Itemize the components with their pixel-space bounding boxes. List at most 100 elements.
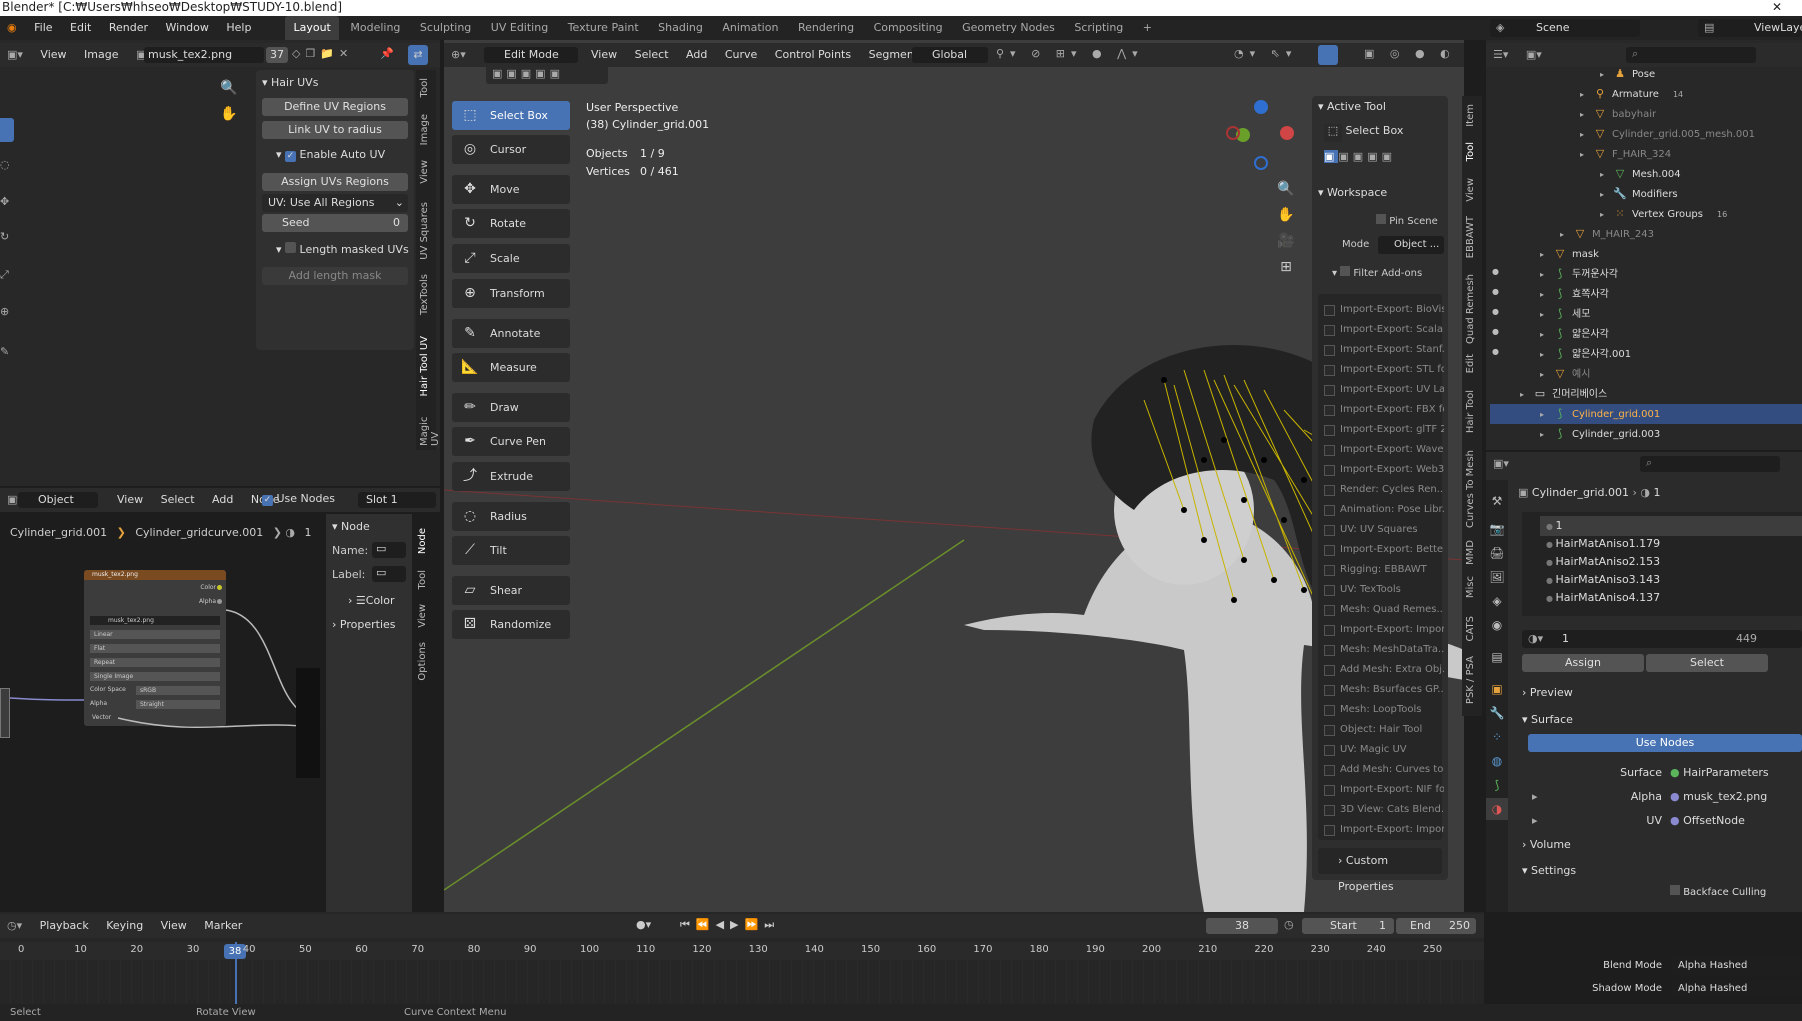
tab-misc[interactable]: Misc bbox=[1465, 572, 1476, 602]
length-masked-checkbox[interactable]: ▾ Length masked UVs bbox=[276, 242, 409, 256]
ortho-grid-icon[interactable]: ⊞ bbox=[1276, 254, 1296, 280]
render-icon[interactable]: 📷 bbox=[1486, 518, 1508, 540]
tab-hair-tool[interactable]: Hair Tool bbox=[1465, 386, 1476, 437]
outliner-row[interactable]: ▸ ⟆ 세모 bbox=[1490, 304, 1802, 324]
expand-triangle-icon[interactable]: ▸ bbox=[1540, 305, 1552, 325]
expand-triangle-icon[interactable]: ▸ bbox=[1580, 105, 1592, 125]
node-properties-toggle[interactable]: › Properties bbox=[332, 618, 396, 631]
menu-help[interactable]: Help bbox=[219, 16, 258, 40]
add-workspace-button[interactable]: + bbox=[1135, 16, 1160, 40]
addon-item[interactable]: Mesh: LoopTools bbox=[1318, 700, 1444, 720]
annotate-tool-icon[interactable]: ✎ bbox=[0, 345, 9, 358]
addon-item[interactable]: Mesh: MeshDataTra... bbox=[1318, 640, 1444, 660]
menu-edit[interactable]: Edit bbox=[63, 16, 98, 40]
offset-node-edge[interactable] bbox=[0, 688, 10, 738]
expand-triangle-icon[interactable]: ▸ bbox=[1540, 405, 1552, 425]
addon-item[interactable]: Import-Export: Stanf... bbox=[1318, 340, 1444, 360]
breadcrumb-material[interactable]: 1 bbox=[305, 526, 312, 539]
node-label-field[interactable]: ▭ bbox=[372, 566, 406, 582]
scale-tool-icon[interactable]: ⤢ bbox=[0, 268, 9, 282]
tab-view[interactable]: View bbox=[419, 156, 430, 188]
viewport-editor-type-icon[interactable]: ⊕▾ bbox=[444, 43, 473, 67]
pan-hand-icon[interactable]: ✋ bbox=[1276, 202, 1296, 228]
particles-icon[interactable]: ⁘ bbox=[1486, 726, 1508, 748]
outliner-row[interactable]: ▸ ▽ babyhair bbox=[1490, 104, 1802, 124]
keying-menu[interactable]: Keying bbox=[99, 914, 150, 938]
addon-item[interactable]: Import-Export: UV La... bbox=[1318, 380, 1444, 400]
define-uv-regions-button[interactable]: Define UV Regions bbox=[262, 98, 408, 116]
end-frame-field[interactable]: End 250 bbox=[1396, 918, 1476, 934]
outliner-row[interactable]: ▸ ♟ Pose bbox=[1490, 64, 1802, 84]
outliner-row[interactable]: ▸ ⚲ Armature 14 bbox=[1490, 84, 1802, 104]
tool-annotate[interactable]: ✎ Annotate bbox=[452, 319, 570, 348]
node-name-field[interactable]: ▭ bbox=[372, 542, 406, 558]
expand-triangle-icon[interactable]: ▸ bbox=[1540, 365, 1552, 385]
outliner-row[interactable]: ▸ 🔧 Modifiers bbox=[1490, 184, 1802, 204]
image-view-menu[interactable]: View bbox=[33, 43, 73, 67]
tool-transform[interactable]: ⊕ Transform bbox=[452, 279, 570, 308]
uv-sync-icon[interactable]: ⇄ bbox=[408, 45, 428, 65]
tool-settings-icon[interactable]: ⚒ bbox=[1486, 490, 1508, 512]
window-close-icon[interactable]: ✕ bbox=[1772, 0, 1782, 14]
active-tool-header[interactable]: ▾ Active Tool bbox=[1318, 100, 1386, 113]
tab-tool[interactable]: Tool bbox=[419, 74, 430, 101]
material-slot[interactable]: ● HairMatAniso1.179 bbox=[1540, 534, 1802, 554]
world-icon[interactable]: ◉ bbox=[1486, 614, 1508, 636]
tab-modeling[interactable]: Modeling bbox=[342, 16, 408, 40]
tab-image[interactable]: Image bbox=[419, 110, 430, 149]
outliner-row[interactable]: ▸ ▽ Mesh.004 bbox=[1490, 164, 1802, 184]
seed-field[interactable]: Seed 0 bbox=[262, 214, 408, 232]
addon-item[interactable]: Animation: Pose Libr... bbox=[1318, 500, 1444, 520]
material-browse-icon[interactable]: ◑▾ bbox=[1528, 632, 1543, 645]
tab-psk-psa[interactable]: PSK / PSA bbox=[1465, 652, 1476, 708]
properties-search-input[interactable]: ⌕ bbox=[1640, 456, 1780, 472]
overlays-toggle-icon[interactable] bbox=[1318, 45, 1338, 65]
tab-scripting[interactable]: Scripting bbox=[1066, 16, 1131, 40]
current-frame-field[interactable]: 38 bbox=[1206, 918, 1278, 934]
select-button[interactable]: Select bbox=[1646, 654, 1768, 672]
pin-scene-checkbox[interactable]: Pin Scene bbox=[1376, 214, 1438, 227]
use-nodes-checkbox[interactable]: ✓ Use Nodes bbox=[262, 492, 335, 506]
addon-item[interactable]: Mesh: Bsurfaces GP... bbox=[1318, 680, 1444, 700]
tool-shear[interactable]: ▱ Shear bbox=[452, 576, 570, 605]
tab-magic-uv[interactable]: Magic UV bbox=[419, 400, 441, 450]
blender-logo-icon[interactable]: ◉ bbox=[0, 16, 24, 40]
outliner-row[interactable]: ▸ ⟆ 두꺼운사각 bbox=[1490, 264, 1802, 284]
image-image-menu[interactable]: Image bbox=[77, 43, 125, 67]
tab-node-options[interactable]: Options bbox=[417, 638, 428, 685]
material-slot[interactable]: ● HairMatAniso4.137 bbox=[1540, 588, 1802, 608]
addon-item[interactable]: Add Mesh: Extra Obj... bbox=[1318, 660, 1444, 680]
preview-section-toggle[interactable]: › Preview bbox=[1522, 682, 1573, 704]
tool-cursor[interactable]: ◎ Cursor bbox=[452, 135, 570, 164]
custom-properties-toggle[interactable]: › Custom Properties bbox=[1318, 848, 1442, 893]
transform-tool-icon[interactable]: ⊕ bbox=[0, 305, 9, 318]
vp-control-points-menu[interactable]: Control Points bbox=[768, 43, 858, 67]
tool-select-box[interactable]: ⬚ Select Box bbox=[452, 101, 570, 130]
expand-triangle-icon[interactable]: ▸ bbox=[1540, 345, 1552, 365]
addon-item[interactable]: Import-Export: BioVisi... bbox=[1318, 300, 1444, 320]
expand-triangle-icon[interactable]: ▸ bbox=[1600, 65, 1612, 85]
timeline-tracks[interactable] bbox=[0, 960, 1484, 1004]
outliner-row[interactable]: ▸ ⟆ 얇은사각.001 bbox=[1490, 344, 1802, 364]
tab-node-view[interactable]: View bbox=[417, 600, 428, 632]
outliner-row[interactable]: ▸ ▽ Cylinder_grid.005_mesh.001 bbox=[1490, 124, 1802, 144]
outliner-row[interactable]: ▸ ▽ M_HAIR_243 bbox=[1490, 224, 1802, 244]
select-tool-icon[interactable] bbox=[0, 118, 14, 142]
tab-texture-paint[interactable]: Texture Paint bbox=[560, 16, 647, 40]
add-length-mask-button[interactable]: Add length mask bbox=[262, 267, 408, 285]
expand-triangle-icon[interactable]: ▸ bbox=[1580, 125, 1592, 145]
tab-item[interactable]: Item bbox=[1465, 100, 1476, 131]
rotate-tool-icon[interactable]: ↻ bbox=[0, 230, 9, 243]
addon-item[interactable]: Import-Export: Web3... bbox=[1318, 460, 1444, 480]
tool-tilt[interactable]: ⟋ Tilt bbox=[452, 536, 570, 565]
modifier-wrench-icon[interactable]: 🔧 bbox=[1486, 702, 1508, 724]
tool-extrude[interactable]: ⤴ Extrude bbox=[452, 462, 570, 491]
object-icon[interactable]: ▣ bbox=[1486, 678, 1508, 700]
clock-icon[interactable]: ◷ bbox=[1284, 918, 1294, 931]
gizmo-x-axis[interactable] bbox=[1280, 126, 1294, 140]
tab-edit[interactable]: Edit bbox=[1465, 350, 1476, 377]
expand-triangle-icon[interactable]: ▸ bbox=[1540, 245, 1552, 265]
blend-mode-select[interactable]: Alpha Hashed bbox=[1672, 957, 1802, 975]
transform-orientation-select[interactable]: Global bbox=[912, 47, 988, 63]
selection-mode-icons[interactable]: ▣▣▣▣▣ bbox=[486, 64, 608, 84]
